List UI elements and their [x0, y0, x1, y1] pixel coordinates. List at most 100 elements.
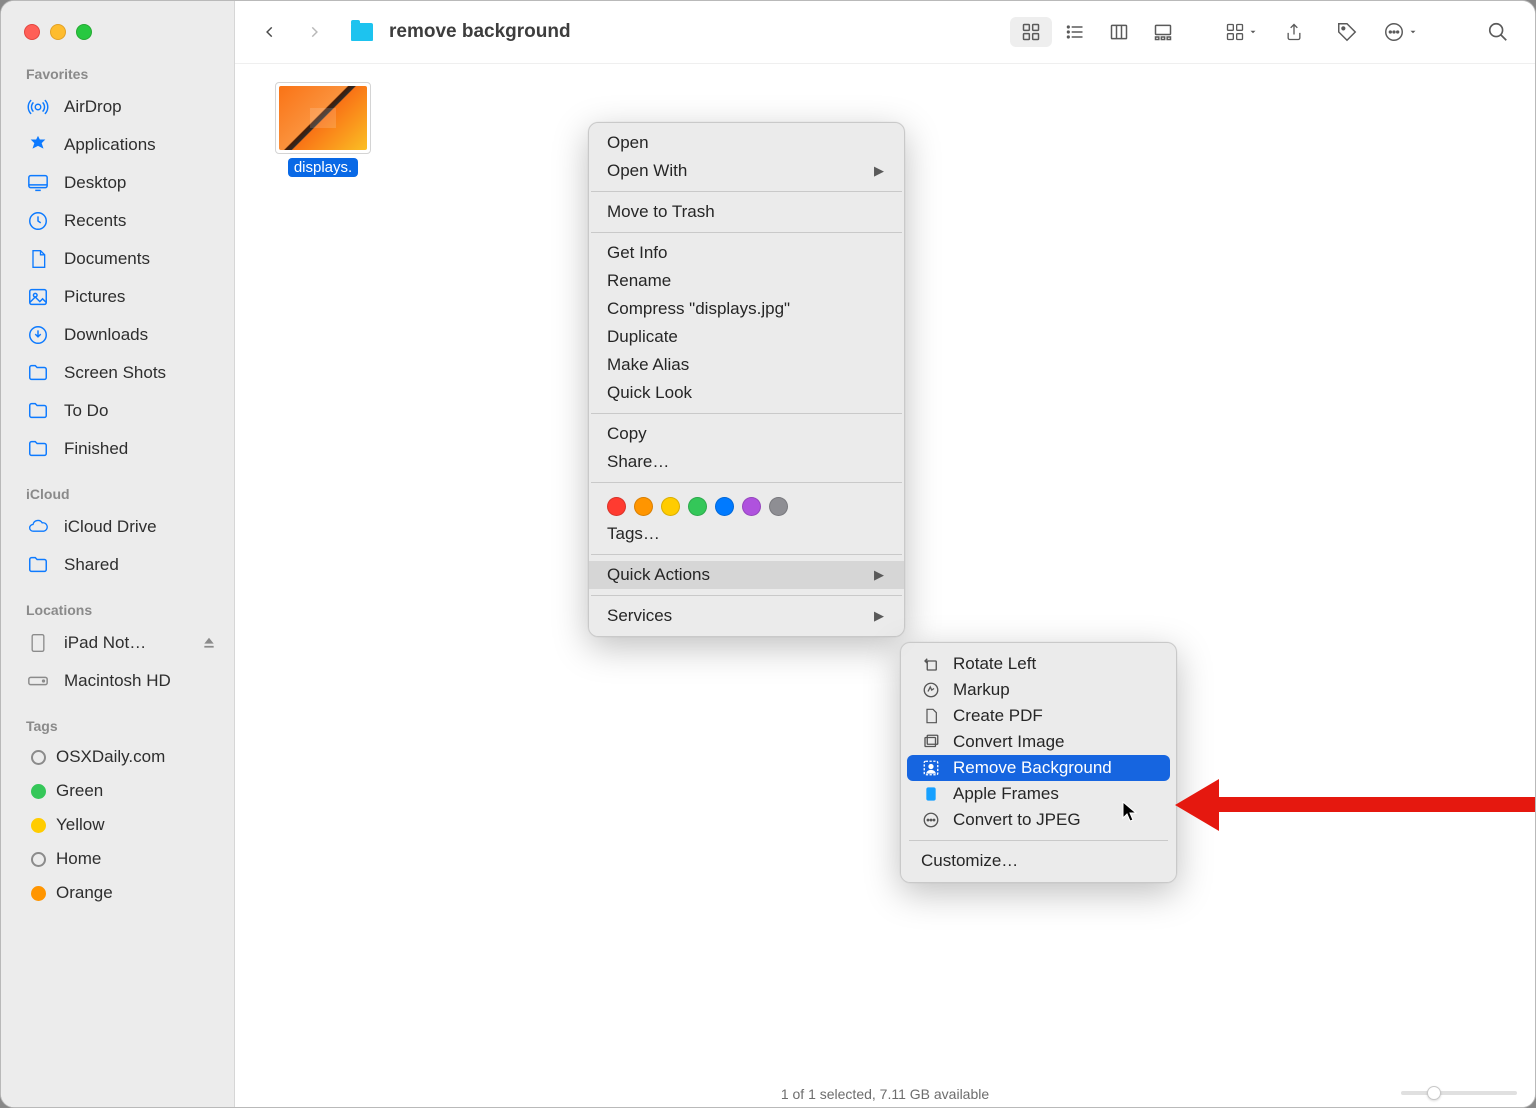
tag-color-yellow[interactable]	[661, 497, 680, 516]
shared-folder-icon	[26, 553, 50, 577]
sidebar-item-recents[interactable]: Recents	[1, 202, 234, 240]
tag-color-red[interactable]	[607, 497, 626, 516]
actions-dropdown[interactable]	[1381, 17, 1419, 47]
minimize-window-button[interactable]	[50, 24, 66, 40]
menu-item-share[interactable]: Share…	[589, 448, 904, 476]
sidebar-tag-orange[interactable]: Orange	[1, 876, 234, 910]
sidebar-item-label: Pictures	[64, 287, 125, 307]
group-by-dropdown[interactable]	[1222, 17, 1260, 47]
sidebar-tag-yellow[interactable]: Yellow	[1, 808, 234, 842]
menu-item-compress[interactable]: Compress "displays.jpg"	[589, 295, 904, 323]
tag-color-orange[interactable]	[634, 497, 653, 516]
toolbar: remove background	[235, 1, 1535, 64]
menu-item-rename[interactable]: Rename	[589, 267, 904, 295]
sidebar-item-label: Orange	[56, 883, 113, 903]
eject-icon[interactable]	[202, 636, 216, 650]
sidebar-item-airdrop[interactable]: AirDrop	[1, 88, 234, 126]
share-button[interactable]	[1275, 17, 1313, 47]
back-button[interactable]	[253, 17, 287, 47]
submenu-item-remove-background[interactable]: Remove Background	[907, 755, 1170, 781]
icon-size-slider[interactable]	[1401, 1084, 1517, 1102]
tag-color-purple[interactable]	[742, 497, 761, 516]
desktop-icon	[26, 171, 50, 195]
sidebar-section-locations: Locations	[1, 598, 234, 624]
menu-item-quick-actions[interactable]: Quick Actions▶	[589, 561, 904, 589]
file-item[interactable]: displays.	[269, 82, 377, 177]
menu-separator	[591, 232, 902, 233]
sidebar-item-label: Applications	[64, 135, 156, 155]
submenu-item-convert-to-jpeg[interactable]: Convert to JPEG	[907, 807, 1170, 833]
more-icon	[921, 810, 941, 830]
view-columns-button[interactable]	[1098, 17, 1140, 47]
sidebar-item-finished[interactable]: Finished	[1, 430, 234, 468]
submenu-item-convert-image[interactable]: Convert Image	[907, 729, 1170, 755]
tag-color-blue[interactable]	[715, 497, 734, 516]
sidebar-item-downloads[interactable]: Downloads	[1, 316, 234, 354]
tags-button[interactable]	[1328, 17, 1366, 47]
menu-item-open-with[interactable]: Open With▶	[589, 157, 904, 185]
search-button[interactable]	[1479, 17, 1517, 47]
sidebar-item-shared[interactable]: Shared	[1, 546, 234, 584]
sidebar-item-documents[interactable]: Documents	[1, 240, 234, 278]
submenu-item-markup[interactable]: Markup	[907, 677, 1170, 703]
close-window-button[interactable]	[24, 24, 40, 40]
sidebar-item-pictures[interactable]: Pictures	[1, 278, 234, 316]
menu-separator	[591, 595, 902, 596]
sidebar-item-todo[interactable]: To Do	[1, 392, 234, 430]
chevron-right-icon: ▶	[874, 567, 884, 583]
sidebar-item-icloud-drive[interactable]: iCloud Drive	[1, 508, 234, 546]
menu-item-open[interactable]: Open	[589, 129, 904, 157]
sidebar: Favorites AirDrop Applications Desktop R…	[1, 1, 235, 1107]
sidebar-section-tags: Tags	[1, 714, 234, 740]
folder-icon	[351, 23, 373, 41]
sidebar-item-ipad[interactable]: iPad Not…	[1, 624, 234, 662]
rotate-left-icon	[921, 654, 941, 674]
markup-icon	[921, 680, 941, 700]
disk-icon	[26, 669, 50, 693]
submenu-item-apple-frames[interactable]: Apple Frames	[907, 781, 1170, 807]
sidebar-item-label: OSXDaily.com	[56, 747, 165, 767]
submenu-item-rotate-left[interactable]: Rotate Left	[907, 651, 1170, 677]
menu-item-make-alias[interactable]: Make Alias	[589, 351, 904, 379]
menu-item-services[interactable]: Services▶	[589, 602, 904, 630]
menu-item-move-to-trash[interactable]: Move to Trash	[589, 198, 904, 226]
sidebar-item-label: Home	[56, 849, 101, 869]
sidebar-item-screenshots[interactable]: Screen Shots	[1, 354, 234, 392]
main-area: remove background displays.	[235, 1, 1535, 1107]
menu-item-tags[interactable]: Tags…	[589, 520, 904, 548]
file-name-label[interactable]: displays.	[288, 158, 358, 177]
document-icon	[26, 247, 50, 271]
sidebar-item-label: Finished	[64, 439, 128, 459]
sidebar-item-desktop[interactable]: Desktop	[1, 164, 234, 202]
file-thumbnail	[275, 82, 371, 154]
menu-item-get-info[interactable]: Get Info	[589, 239, 904, 267]
menu-item-duplicate[interactable]: Duplicate	[589, 323, 904, 351]
view-list-button[interactable]	[1054, 17, 1096, 47]
submenu-item-customize[interactable]: Customize…	[907, 848, 1170, 874]
sidebar-item-label: To Do	[64, 401, 108, 421]
menu-item-quick-look[interactable]: Quick Look	[589, 379, 904, 407]
sidebar-tag-osxdaily[interactable]: OSXDaily.com	[1, 740, 234, 774]
submenu-item-create-pdf[interactable]: Create PDF	[907, 703, 1170, 729]
menu-separator	[591, 191, 902, 192]
folder-icon	[26, 361, 50, 385]
status-bar: 1 of 1 selected, 7.11 GB available	[235, 1081, 1535, 1107]
tag-color-gray[interactable]	[769, 497, 788, 516]
view-gallery-button[interactable]	[1142, 17, 1184, 47]
menu-separator	[591, 554, 902, 555]
menu-separator	[909, 840, 1168, 841]
view-icons-button[interactable]	[1010, 17, 1052, 47]
sidebar-tag-home[interactable]: Home	[1, 842, 234, 876]
tag-dot-icon	[31, 852, 46, 867]
sidebar-tag-green[interactable]: Green	[1, 774, 234, 808]
chevron-right-icon: ▶	[874, 163, 884, 179]
sidebar-item-label: Downloads	[64, 325, 148, 345]
pictures-icon	[26, 285, 50, 309]
menu-item-copy[interactable]: Copy	[589, 420, 904, 448]
ipad-icon	[26, 631, 50, 655]
forward-button[interactable]	[297, 17, 331, 47]
tag-color-green[interactable]	[688, 497, 707, 516]
sidebar-item-macintosh-hd[interactable]: Macintosh HD	[1, 662, 234, 700]
sidebar-item-applications[interactable]: Applications	[1, 126, 234, 164]
fullscreen-window-button[interactable]	[76, 24, 92, 40]
